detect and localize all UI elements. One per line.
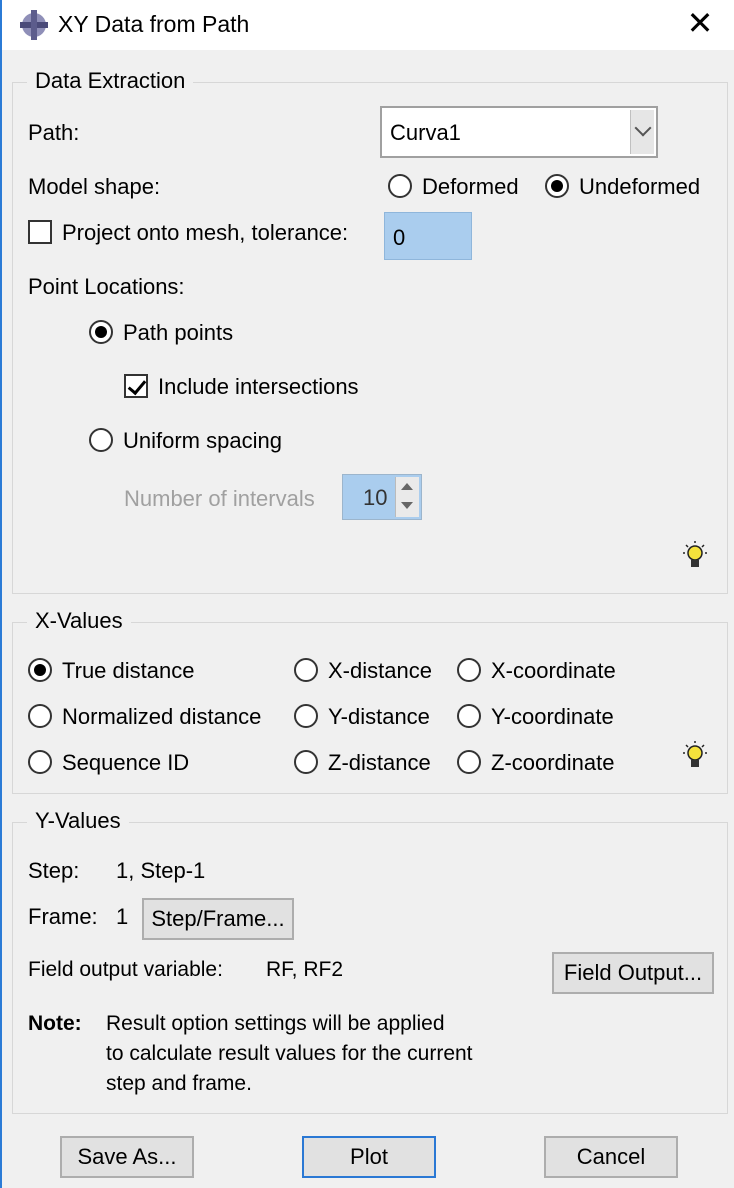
x-values-title: X-Values [27, 607, 131, 635]
frame-value: 1 [116, 904, 129, 929]
true-distance-label[interactable]: True distance [62, 658, 194, 684]
uniform-spacing-label[interactable]: Uniform spacing [123, 428, 282, 454]
project-onto-mesh-checkbox[interactable] [28, 220, 52, 244]
step-value: 1, Step-1 [116, 858, 206, 883]
note-line-1: Result option settings will be applied [106, 1012, 445, 1035]
note-line-2: to calculate result values for the curre… [106, 1042, 473, 1065]
title-bar[interactable]: XY Data from Path ✕ [2, 0, 734, 50]
intervals-value: 10 [363, 485, 388, 510]
true-distance-radio[interactable] [28, 658, 52, 682]
path-select[interactable]: Curva1 [380, 106, 658, 158]
sequence-id-label[interactable]: Sequence ID [62, 750, 189, 776]
intervals-spinbox[interactable]: 10 [342, 474, 422, 520]
dialog-window: XY Data from Path ✕ Data Extraction Path… [0, 0, 734, 1188]
y-distance-label[interactable]: Y-distance [328, 704, 430, 730]
path-points-label[interactable]: Path points [123, 320, 233, 346]
path-points-radio[interactable] [89, 320, 113, 344]
include-intersections-label[interactable]: Include intersections [158, 374, 359, 400]
note-label: Note: [28, 1012, 82, 1035]
path-label: Path: [28, 120, 80, 145]
undeformed-radio[interactable] [545, 174, 569, 198]
y-distance-radio[interactable] [294, 704, 318, 728]
include-intersections-checkbox[interactable] [124, 374, 148, 398]
x-distance-radio[interactable] [294, 658, 318, 682]
close-icon[interactable]: ✕ [682, 6, 718, 42]
deformed-label[interactable]: Deformed [422, 174, 519, 200]
plot-button[interactable]: Plot [302, 1136, 436, 1178]
normalized-distance-radio[interactable] [28, 704, 52, 728]
field-output-label: Field output variable: [28, 958, 223, 981]
lightbulb-hint-icon[interactable] [680, 540, 710, 574]
y-coordinate-label[interactable]: Y-coordinate [491, 704, 614, 730]
y-values-title: Y-Values [27, 807, 129, 835]
deformed-radio[interactable] [388, 174, 412, 198]
model-shape-label: Model shape: [28, 174, 161, 199]
y-coordinate-radio[interactable] [457, 704, 481, 728]
cancel-button[interactable]: Cancel [544, 1136, 678, 1178]
abaqus-app-icon [20, 10, 48, 40]
z-coordinate-label[interactable]: Z-coordinate [491, 750, 615, 776]
window-title: XY Data from Path [58, 11, 250, 37]
x-distance-label[interactable]: X-distance [328, 658, 432, 684]
uniform-spacing-radio[interactable] [89, 428, 113, 452]
step-frame-button[interactable]: Step/Frame... [142, 898, 294, 940]
z-distance-label[interactable]: Z-distance [328, 750, 431, 776]
x-coordinate-label[interactable]: X-coordinate [491, 658, 616, 684]
field-output-value: RF, RF2 [266, 958, 344, 981]
z-distance-radio[interactable] [294, 750, 318, 774]
project-onto-mesh-label[interactable]: Project onto mesh, tolerance: [62, 220, 348, 246]
data-extraction-title: Data Extraction [27, 67, 194, 95]
tolerance-value: 0 [393, 225, 406, 250]
point-locations-label: Point Locations: [28, 274, 185, 299]
step-label: Step: [28, 858, 80, 883]
arrow-down-icon[interactable] [401, 502, 413, 509]
z-coordinate-radio[interactable] [457, 750, 481, 774]
save-as-button[interactable]: Save As... [60, 1136, 194, 1178]
intervals-label: Number of intervals [124, 486, 315, 511]
undeformed-label[interactable]: Undeformed [579, 174, 700, 200]
path-select-value: Curva1 [390, 120, 461, 145]
x-coordinate-radio[interactable] [457, 658, 481, 682]
intervals-stepper[interactable] [395, 477, 419, 517]
chevron-down-icon[interactable] [630, 110, 654, 154]
tolerance-input[interactable]: 0 [384, 212, 472, 260]
frame-label: Frame: [28, 904, 98, 929]
note-line-3: step and frame. [106, 1072, 252, 1095]
field-output-button[interactable]: Field Output... [552, 952, 714, 994]
normalized-distance-label[interactable]: Normalized distance [62, 704, 261, 730]
lightbulb-hint-icon[interactable] [680, 740, 710, 774]
arrow-up-icon[interactable] [401, 483, 413, 490]
sequence-id-radio[interactable] [28, 750, 52, 774]
